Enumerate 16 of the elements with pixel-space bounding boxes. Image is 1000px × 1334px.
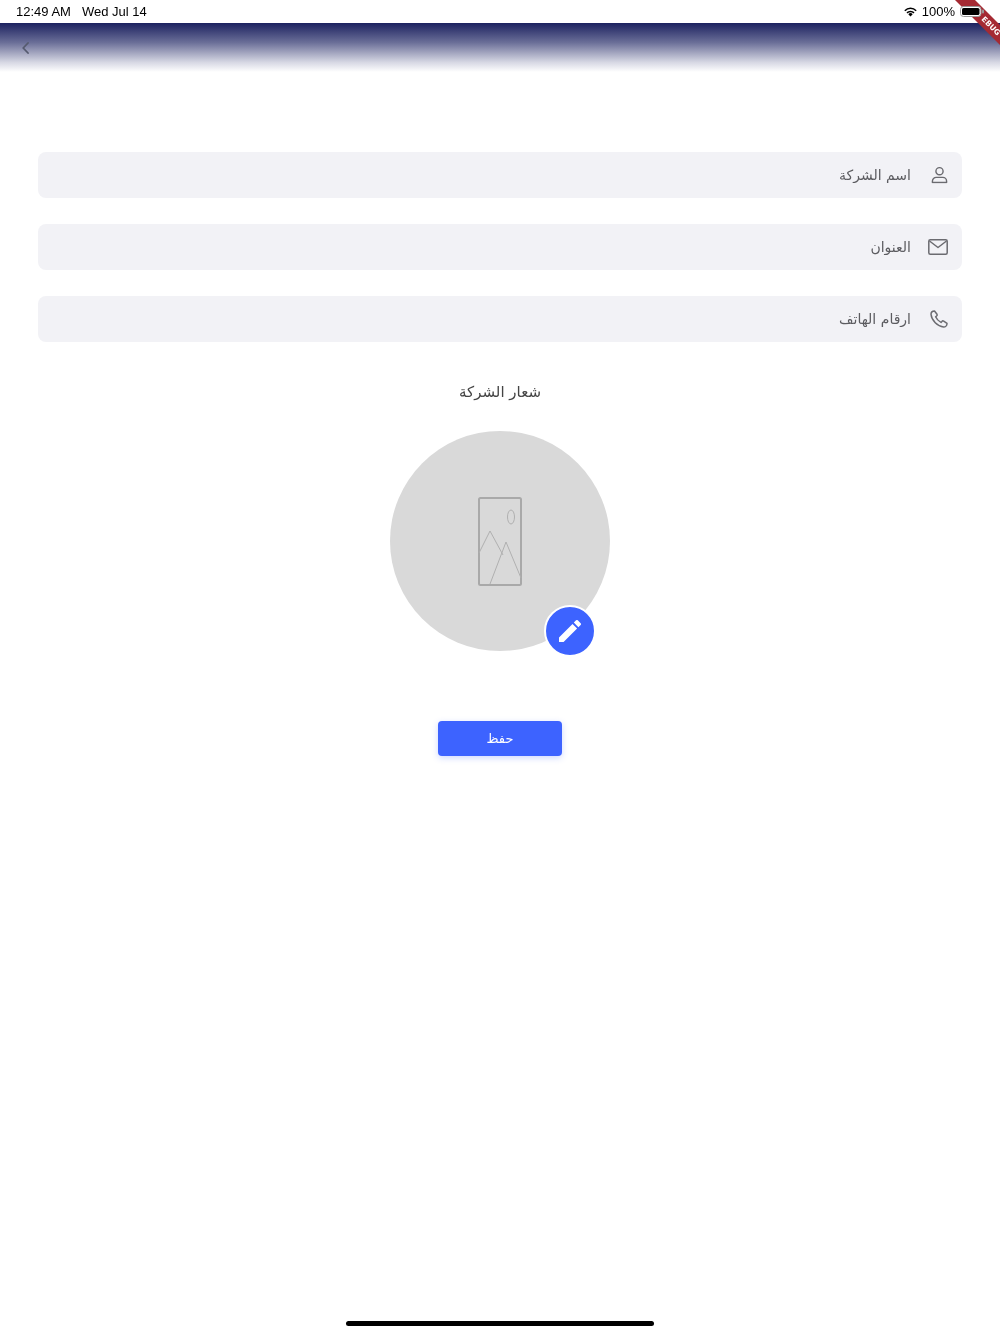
pencil-icon bbox=[559, 620, 581, 642]
mail-icon bbox=[928, 239, 948, 255]
phone-icon bbox=[930, 310, 948, 328]
status-time: 12:49 AM bbox=[16, 3, 71, 20]
image-icon bbox=[478, 496, 522, 586]
wifi-icon bbox=[902, 6, 918, 17]
text-field[interactable]: ارقام الهاتف bbox=[38, 296, 962, 342]
debug-ribbon bbox=[955, 0, 1000, 45]
person-icon bbox=[931, 166, 948, 184]
battery-percent: 100% bbox=[921, 3, 955, 20]
logo-label: شعار الشركة bbox=[459, 382, 541, 403]
text-field[interactable]: اسم الشركة bbox=[38, 152, 962, 198]
save-button[interactable]: حفظ bbox=[438, 721, 562, 756]
back-icon bbox=[21, 41, 29, 54]
status-date: Wed Jul 14 bbox=[81, 3, 147, 20]
text-field[interactable]: العنوان bbox=[38, 224, 962, 270]
